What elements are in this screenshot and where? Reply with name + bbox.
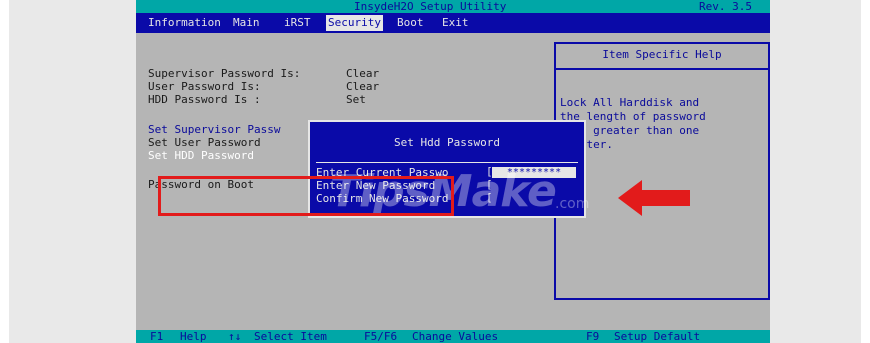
key-arrows-desc: Select Item xyxy=(254,330,327,343)
key-f1-desc: Help xyxy=(180,330,207,343)
annotation-arrow-icon xyxy=(618,180,690,216)
revision-label: Rev. 3.5 xyxy=(699,0,752,13)
menu-irst[interactable]: iRST xyxy=(282,15,313,31)
menu-information[interactable]: Information xyxy=(146,15,223,31)
dialog-title: Set Hdd Password xyxy=(394,136,500,149)
help-line-1: Lock All Harddisk and xyxy=(560,96,700,109)
user-status-value: Clear xyxy=(346,80,380,93)
set-hdd-password-option[interactable]: Set HDD Password xyxy=(148,149,254,162)
help-title: Item Specific Help xyxy=(602,48,722,61)
menu-bar: Information Main iRST Security Boot Exit xyxy=(136,13,770,33)
key-arrows: ↑↓ xyxy=(228,330,242,343)
help-panel: Item Specific Help Lock All Harddisk and… xyxy=(554,42,770,300)
key-f5f6: F5/F6 xyxy=(364,330,398,343)
menu-boot[interactable]: Boot xyxy=(395,15,426,31)
key-f1: F1 xyxy=(150,330,164,343)
title-bar: InsydeH2O Setup Utility Rev. 3.5 xyxy=(136,0,770,13)
help-divider xyxy=(556,68,768,70)
menu-security[interactable]: Security xyxy=(326,15,383,31)
supervisor-status-label: Supervisor Password Is: xyxy=(148,67,301,80)
hdd-status-value: Set xyxy=(346,93,366,106)
app-title: InsydeH2O Setup Utility xyxy=(354,0,507,13)
dialog-divider xyxy=(316,162,578,163)
set-supervisor-password-option[interactable]: Set Supervisor Passw xyxy=(148,123,280,136)
menu-exit[interactable]: Exit xyxy=(440,15,471,31)
key-help-bar: F1 Help ↑↓ Select Item F5/F6 Change Valu… xyxy=(136,330,770,343)
hdd-status-label: HDD Password Is : xyxy=(148,93,261,106)
supervisor-status-value: Clear xyxy=(346,67,380,80)
menu-main[interactable]: Main xyxy=(231,15,262,31)
annotation-highlight-box xyxy=(158,176,454,216)
key-f9-desc: Setup Default xyxy=(614,330,701,343)
key-f5f6-desc: Change Values xyxy=(412,330,499,343)
set-user-password-option[interactable]: Set User Password xyxy=(148,136,261,149)
watermark-suffix: .com xyxy=(555,196,590,212)
key-f9: F9 xyxy=(586,330,600,343)
user-status-label: User Password Is: xyxy=(148,80,261,93)
